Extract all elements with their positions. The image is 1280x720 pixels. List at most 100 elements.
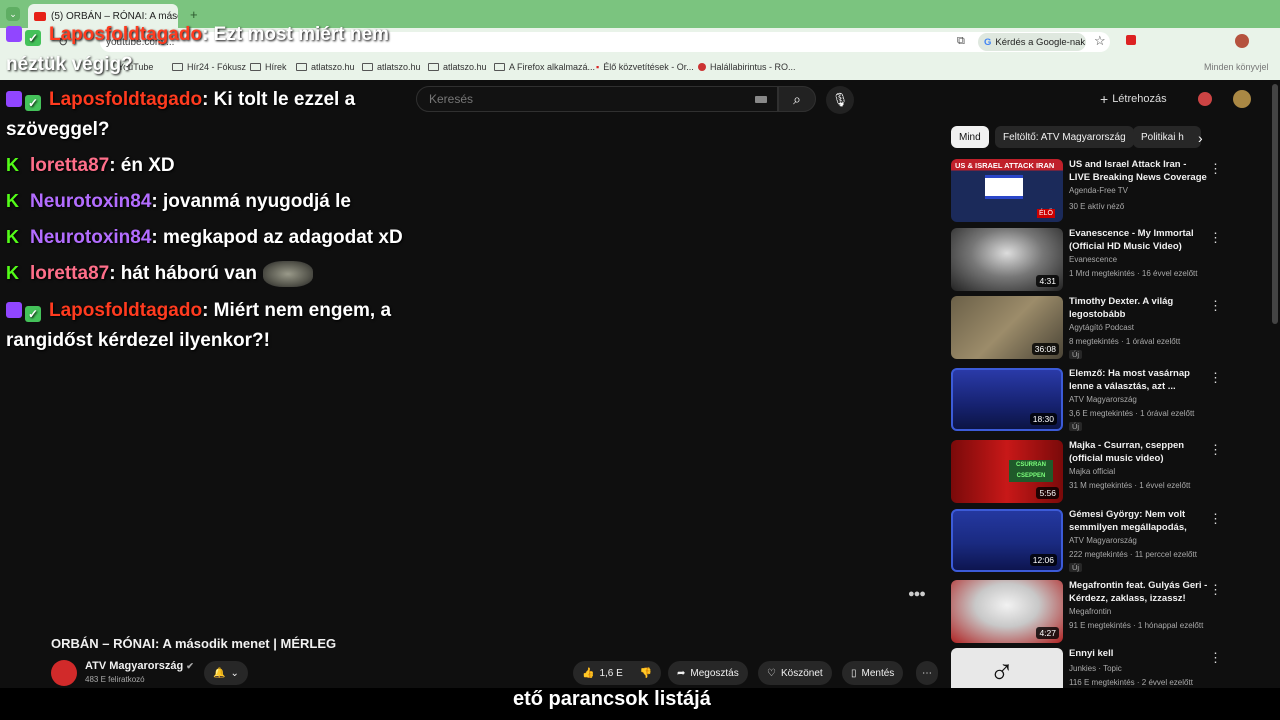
channel-name[interactable]: ATV Magyarország ✔ <box>85 660 194 672</box>
chat-text-continued: néztük végig? <box>6 54 133 75</box>
save-button[interactable]: ▯ Mentés <box>842 661 904 685</box>
twitch-badge-icon <box>6 26 22 42</box>
recommendation-channel: Majka official <box>1069 467 1116 476</box>
chevron-right-icon[interactable]: › <box>1198 130 1203 146</box>
video-thumbnail: ♂ <box>951 648 1063 688</box>
chat-message: Kloretta87: hát háború van <box>6 259 313 289</box>
more-options-icon[interactable]: ⋮ <box>1209 650 1222 666</box>
chat-username: Laposfoldtagado <box>49 24 203 45</box>
kick-badge-icon: K <box>6 263 19 283</box>
recommendation-item[interactable]: 12:06 Gémesi György: Nem volt semmilyen … <box>951 509 1271 573</box>
google-icon: G <box>984 36 992 48</box>
recommendation-channel: Evanescence <box>1069 255 1118 264</box>
heart-dollar-icon: ♡ <box>767 667 776 679</box>
loading-dots-icon: ●●● <box>908 588 926 600</box>
more-options-icon[interactable]: ⋮ <box>1209 230 1222 246</box>
google-search-button[interactable]: G Kérdés a Google-nak <box>978 33 1086 51</box>
more-options-icon[interactable]: ⋮ <box>1209 370 1222 386</box>
more-options-icon[interactable]: ⋮ <box>1209 298 1222 314</box>
cat-emote-icon <box>263 260 313 287</box>
duration-badge: 4:31 <box>1036 275 1059 287</box>
video-thumbnail: 4:27 <box>951 580 1063 643</box>
profile-avatar[interactable] <box>1235 34 1249 48</box>
tab-list-button[interactable]: ⌄ <box>6 7 20 21</box>
recommendation-item[interactable]: 36:08 Timothy Dexter. A világ legostobáb… <box>951 296 1271 360</box>
recommendation-meta: 30 E aktív néző <box>1069 202 1125 211</box>
more-horizontal-icon: ⋯ <box>922 667 932 679</box>
recommendation-meta: 91 E megtekintés · 1 hónappal ezelőtt <box>1069 621 1204 630</box>
video-thumbnail: 4:31 <box>951 228 1063 291</box>
dislike-button[interactable]: 👎 <box>640 668 652 679</box>
scrollbar-thumb[interactable] <box>1272 84 1278 324</box>
folder-icon <box>428 63 439 71</box>
bookmark-elo[interactable]: ▪ Élő közvetítések - Or... <box>596 62 694 72</box>
share-icon: ➦ <box>677 667 686 679</box>
chip-uploader[interactable]: Feltöltő: ATV Magyarország <box>995 126 1134 148</box>
chat-text: : Miért nem engem, a <box>202 300 392 321</box>
subscribed-button[interactable]: 🔔 ⌄ <box>204 661 248 685</box>
folder-icon <box>494 63 505 71</box>
search-input[interactable]: Keresés <box>416 86 778 112</box>
create-button[interactable]: + Létrehozás <box>1100 88 1167 110</box>
recommendation-item[interactable]: ♂ Ennyi kell Junkies · Topic 116 E megte… <box>951 648 1271 688</box>
extension-icon[interactable] <box>1126 35 1136 45</box>
recommendation-item[interactable]: 4:31 Evanescence - My Immortal (Official… <box>951 228 1271 292</box>
chip-politics[interactable]: Politikai h <box>1133 126 1201 148</box>
recommendation-title: Gémesi György: Nem volt semmilyen megáll… <box>1069 509 1187 533</box>
chevron-down-icon: ⌄ <box>230 667 239 679</box>
search-button[interactable]: ⌕ <box>778 86 816 112</box>
recommendation-meta: 1 Mrd megtekintés · 16 évvel ezelőtt <box>1069 269 1198 278</box>
google-search-label: Kérdés a Google-nak <box>995 36 1086 48</box>
more-options-icon[interactable]: ⋮ <box>1209 511 1222 527</box>
account-avatar[interactable] <box>1233 90 1251 108</box>
recommendation-title: Ennyi kell <box>1069 648 1114 659</box>
thumbnail-art: CSURRAN CSEPPEN <box>1009 460 1053 482</box>
recommendation-title: Majka - Csurran, cseppen (official music… <box>1069 440 1185 464</box>
new-badge: Új <box>1069 422 1083 431</box>
recommendation-item[interactable]: US & ISRAEL ATTACK IRAN ÉLŐ US and Israe… <box>951 159 1271 223</box>
more-options-icon[interactable]: ⋮ <box>1209 161 1222 177</box>
live-badge: ÉLŐ <box>1037 209 1056 218</box>
verified-icon: ✔ <box>186 661 194 671</box>
bookmark-star-icon[interactable]: ☆ <box>1094 33 1106 49</box>
kick-badge-icon: K <box>6 191 19 211</box>
bookmark-atlatszo-3[interactable]: atlatszo.hu <box>428 62 487 72</box>
bookmark-icon: ▯ <box>851 667 857 679</box>
checkmark-badge-icon: ✓ <box>25 95 41 111</box>
recommendation-channel: Agenda-Free TV <box>1069 186 1128 195</box>
chat-text: : hát háború van <box>109 263 257 284</box>
chip-all[interactable]: Mind <box>951 126 989 148</box>
video-thumbnail: 12:06 <box>951 509 1063 572</box>
microphone-icon: 🎙 <box>831 92 849 107</box>
bookmarks-more[interactable]: Minden könyvjel <box>1204 62 1269 72</box>
recommendation-meta: 3,6 E megtekintés · 1 órával ezelőtt <box>1069 409 1195 418</box>
recommendation-title: Evanescence - My Immortal (Official HD M… <box>1069 228 1194 252</box>
share-button[interactable]: ➦ Megosztás <box>668 661 748 685</box>
more-options-icon[interactable]: ⋮ <box>1209 582 1222 598</box>
chat-username: Neurotoxin84 <box>30 191 152 212</box>
kick-badge-icon: K <box>6 227 19 247</box>
channel-avatar[interactable] <box>51 660 77 686</box>
chat-username: Neurotoxin84 <box>30 227 152 248</box>
keyboard-icon[interactable] <box>755 96 767 103</box>
twitch-badge-icon <box>6 302 22 318</box>
recommendation-channel: Agytágító Podcast <box>1069 323 1134 332</box>
chat-message: K Neurotoxin84: jovanmá nyugodjá le <box>6 187 351 217</box>
bookmark-halallabirintus[interactable]: Halállabirintus - RO... <box>698 62 796 72</box>
chat-text: : Ezt most miért nem <box>202 24 389 45</box>
recommendation-item[interactable]: 4:27 Megafrontin feat. Gulyás Geri - Kér… <box>951 580 1271 644</box>
recommendation-item[interactable]: 18:30 Elemző: Ha most vasárnap lenne a v… <box>951 368 1271 432</box>
recommendation-meta: 8 megtekintés · 1 órával ezelőtt <box>1069 337 1181 346</box>
install-icon[interactable]: ⧉ <box>957 35 965 48</box>
more-actions-button[interactable]: ⋯ <box>916 661 938 685</box>
thanks-button[interactable]: ♡ Köszönet <box>758 661 832 685</box>
microphone-button[interactable]: 🎙 <box>826 86 854 114</box>
bookmark-firefox[interactable]: A Firefox alkalmazá... <box>494 62 595 72</box>
chat-message: ✓ Laposfoldtagado: Ezt most miért nem néz… <box>6 20 389 80</box>
recommendation-channel: Megafrontin <box>1069 607 1112 616</box>
recommendation-item[interactable]: CSURRAN CSEPPEN 5:56 Majka - Csurran, cse… <box>951 440 1271 504</box>
like-button[interactable]: 👍 1,6 E 👎 <box>573 661 662 685</box>
more-options-icon[interactable]: ⋮ <box>1209 442 1222 458</box>
red-dot-icon <box>698 63 706 71</box>
notifications-icon[interactable] <box>1198 92 1212 106</box>
